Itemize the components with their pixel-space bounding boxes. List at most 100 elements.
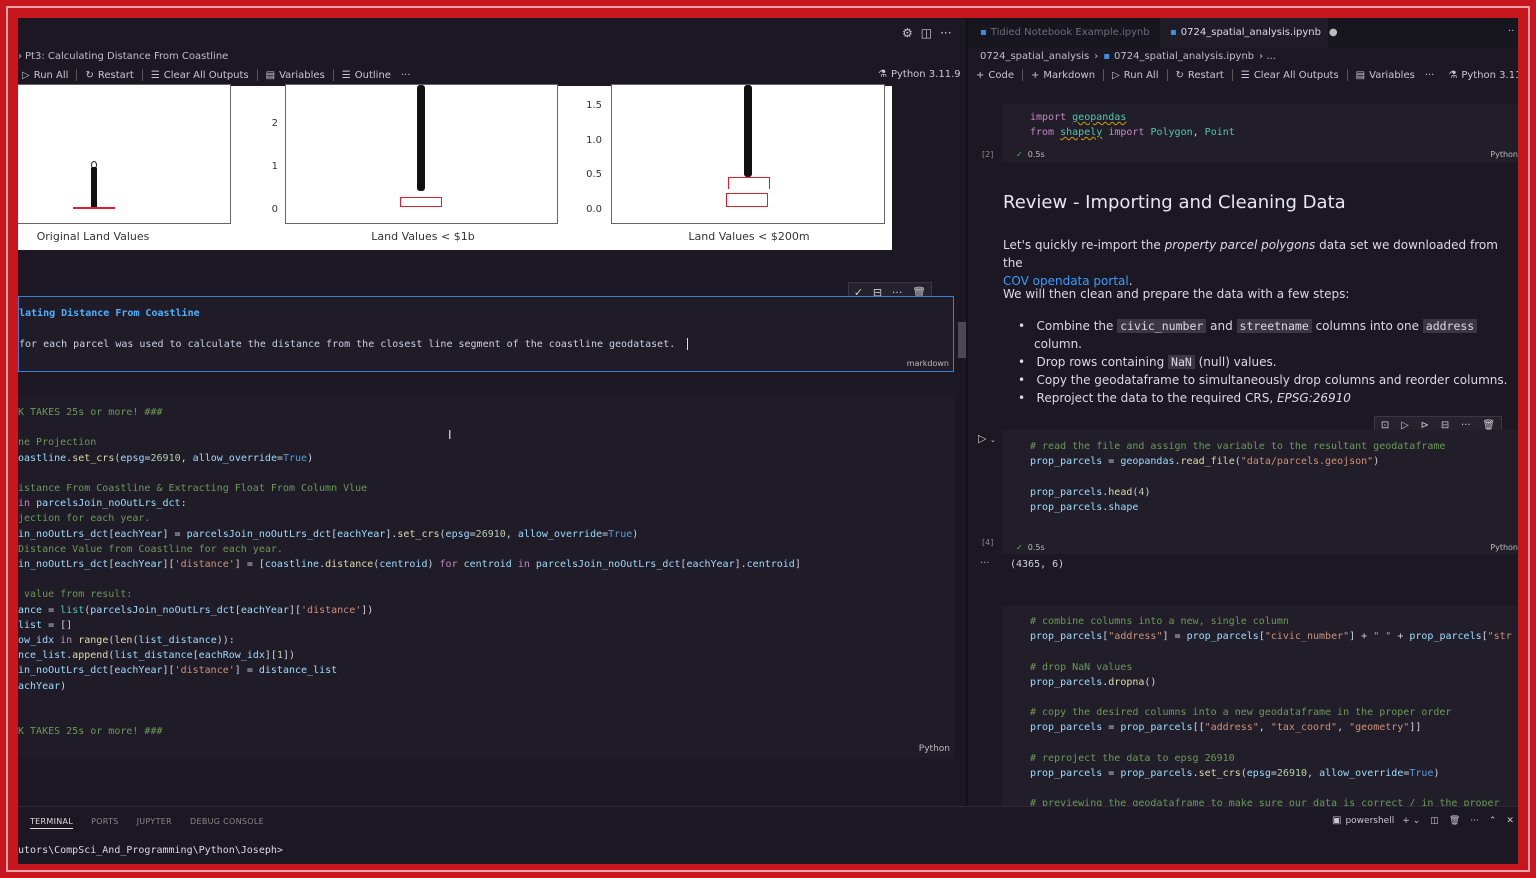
cell-language: Python — [1490, 543, 1518, 552]
tab-debug-console[interactable]: DEBUG CONSOLE — [190, 817, 264, 829]
more-icon[interactable]: ··· — [1470, 816, 1479, 826]
variables-button[interactable]: ▤ Variables — [1356, 70, 1415, 81]
more-icon[interactable]: ··· — [401, 70, 411, 81]
run-cell-button[interactable]: ▷ ⌄ — [978, 432, 996, 445]
code-editor[interactable]: K TAKES 25s or more! ### ne Projection o… — [18, 405, 801, 739]
shell-selector[interactable]: powershell — [1345, 816, 1394, 826]
right-breadcrumb[interactable]: 0724_spatial_analysis › ▪ 0724_spatial_anal… — [980, 51, 1276, 62]
kernel-selector[interactable]: ⚗ Python 3.11.9 — [878, 69, 961, 80]
add-terminal-icon[interactable]: + — [1402, 816, 1410, 826]
code-cell-read[interactable]: # read the file and assign the variable … — [1002, 430, 1518, 554]
clear-outputs-button[interactable]: ☰ Clear All Outputs — [1241, 70, 1339, 81]
list-item-continuation: column. — [1034, 337, 1082, 351]
markdown-body-text: for each parcel was used to calculate th… — [19, 339, 676, 350]
outlier-column — [417, 85, 425, 191]
divider — [1166, 69, 1168, 81]
run-by-line-icon[interactable]: ⊡ — [1381, 420, 1389, 431]
execution-status: ✓ 0.5s — [1016, 150, 1045, 159]
code-cell-imports[interactable]: import geopandas from shapely import Pol… — [1002, 104, 1518, 162]
text-cursor-ibeam: I — [448, 428, 452, 442]
divider — [1103, 69, 1105, 81]
tab-active-spatial[interactable]: ▪ 0724_spatial_analysis.ipynb ● — [1160, 18, 1338, 48]
scrollbar-thumb[interactable] — [958, 322, 966, 358]
divider — [1231, 69, 1233, 81]
notebook-icon: ▪ — [1170, 27, 1177, 38]
tab-label: 0724_spatial_analysis.ipynb — [1180, 27, 1321, 38]
terminal-controls: ▣ powershell + ⌄ ◫ 🗑 ··· ⌃ ✕ — [1332, 815, 1514, 826]
divider — [76, 69, 78, 81]
code-editor[interactable]: import geopandas from shapely import Pol… — [1030, 110, 1235, 140]
more-icon[interactable]: ··· — [1461, 420, 1471, 431]
list-item: • Combine the civic_number and streetnam… — [1018, 317, 1518, 335]
tick-label: 1.5 — [586, 100, 602, 111]
kernel-selector[interactable]: ⚗ Python 3.11 — [1448, 70, 1518, 81]
restart-icon: ↻ — [85, 69, 94, 81]
execute-below-icon[interactable]: ⊳ — [1421, 420, 1429, 431]
close-icon[interactable]: ✕ — [1506, 816, 1514, 826]
tab-ports[interactable]: PORTS — [91, 817, 119, 829]
trash-icon[interactable]: 🗑 — [1482, 420, 1495, 431]
box-median — [73, 207, 115, 209]
markdown-heading-text[interactable]: lating Distance From Coastline — [19, 308, 200, 319]
check-icon: ✓ — [1016, 543, 1023, 552]
execute-above-icon[interactable]: ▷ — [1401, 420, 1409, 431]
markdown-cell-editing[interactable]: lating Distance From Coastline for each … — [18, 296, 954, 372]
code-cell-clean[interactable]: # combine columns into a new, single col… — [1002, 606, 1518, 806]
unsaved-dot-icon[interactable]: ● — [1329, 27, 1338, 38]
divider — [332, 69, 334, 81]
divider — [1346, 69, 1348, 81]
box-iqr — [400, 197, 442, 207]
divider — [141, 69, 143, 81]
tab-terminal[interactable]: TERMINAL — [30, 817, 74, 829]
breadcrumb-label: Pt3: Calculating Distance From Coastline — [25, 51, 229, 62]
markdown-heading: Review - Importing and Cleaning Data — [1003, 192, 1346, 213]
breadcrumb-folder: 0724_spatial_analysis — [980, 51, 1090, 62]
tab-jupyter[interactable]: JUPYTER — [137, 817, 172, 829]
boxplot-figure: Original Land Values 2 1 0 Land Values <… — [18, 84, 892, 250]
kernel-icon: ⚗ — [878, 69, 887, 80]
run-all-button[interactable]: ▷ Run All — [1112, 70, 1158, 81]
trash-icon[interactable]: 🗑 — [1449, 816, 1460, 826]
execution-time: 0.5s — [1027, 543, 1045, 552]
code-cell[interactable]: K TAKES 25s or more! ### ne Projection o… — [18, 396, 954, 758]
cell-output: (4365, 6) — [1010, 559, 1065, 570]
chevron-up-icon[interactable]: ⌃ — [1489, 816, 1497, 826]
terminal-panel: TERMINAL PORTS JUPYTER DEBUG CONSOLE ▣ po… — [18, 806, 1518, 864]
divider — [1022, 69, 1023, 81]
terminal-prompt[interactable]: utors\CompSci_And_Programming\Python\Jos… — [18, 845, 283, 856]
whisker-cap — [728, 177, 770, 189]
markdown-body-line[interactable]: for each parcel was used to calculate th… — [19, 338, 689, 350]
more-icon[interactable]: ·· — [1508, 26, 1514, 37]
outline-button[interactable]: ☰ Outline — [342, 70, 391, 81]
execution-status: ✓ 0.5s — [1016, 543, 1045, 552]
kernel-label: Python 3.11.9 — [890, 69, 961, 80]
breadcrumb[interactable]: › Pt3: Calculating Distance From Coastli… — [18, 51, 228, 62]
code-editor[interactable]: # read the file and assign the variable … — [1030, 439, 1445, 515]
restart-button[interactable]: ↻ Restart — [85, 70, 133, 81]
outlier-column — [91, 167, 97, 209]
variables-button[interactable]: ▤ Variables — [266, 70, 325, 81]
restart-button[interactable]: ↻ Restart — [1176, 70, 1224, 81]
split-terminal-icon[interactable]: ◫ — [1430, 816, 1439, 826]
clear-outputs-button[interactable]: ☰ Clear All Outputs — [151, 70, 249, 81]
pane-divider[interactable] — [966, 18, 968, 806]
plot-axes-1 — [18, 84, 231, 224]
run-all-button[interactable]: ▷ Run All — [22, 70, 68, 81]
add-code-button[interactable]: + Code — [976, 70, 1014, 81]
gear-icon[interactable]: ⚙ — [902, 26, 913, 40]
run-all-label: Run All — [33, 69, 69, 81]
split-cell-icon[interactable]: ⊟ — [1441, 420, 1449, 431]
split-editor-icon[interactable]: ◫ — [921, 26, 932, 40]
chevron-down-icon[interactable]: ⌄ — [1413, 816, 1421, 826]
tab-tidied-notebook[interactable]: ▪ Tidied Notebook Example.ipynb — [980, 27, 1150, 38]
text-cursor — [687, 338, 689, 350]
cell-language: Python — [918, 744, 950, 754]
add-markdown-button[interactable]: + Markdown — [1031, 70, 1095, 81]
code-editor[interactable]: # combine columns into a new, single col… — [1030, 614, 1512, 806]
tick-label: 0.5 — [586, 169, 602, 180]
red-border-frame: ⚙ ◫ ··· › Pt3: Calculating Distance From… — [0, 0, 1536, 878]
more-icon[interactable]: ··· — [1425, 70, 1435, 81]
variables-icon: ▤ — [1355, 69, 1366, 81]
more-icon[interactable]: ··· — [940, 26, 951, 40]
output-more-icon[interactable]: ··· — [980, 558, 990, 569]
